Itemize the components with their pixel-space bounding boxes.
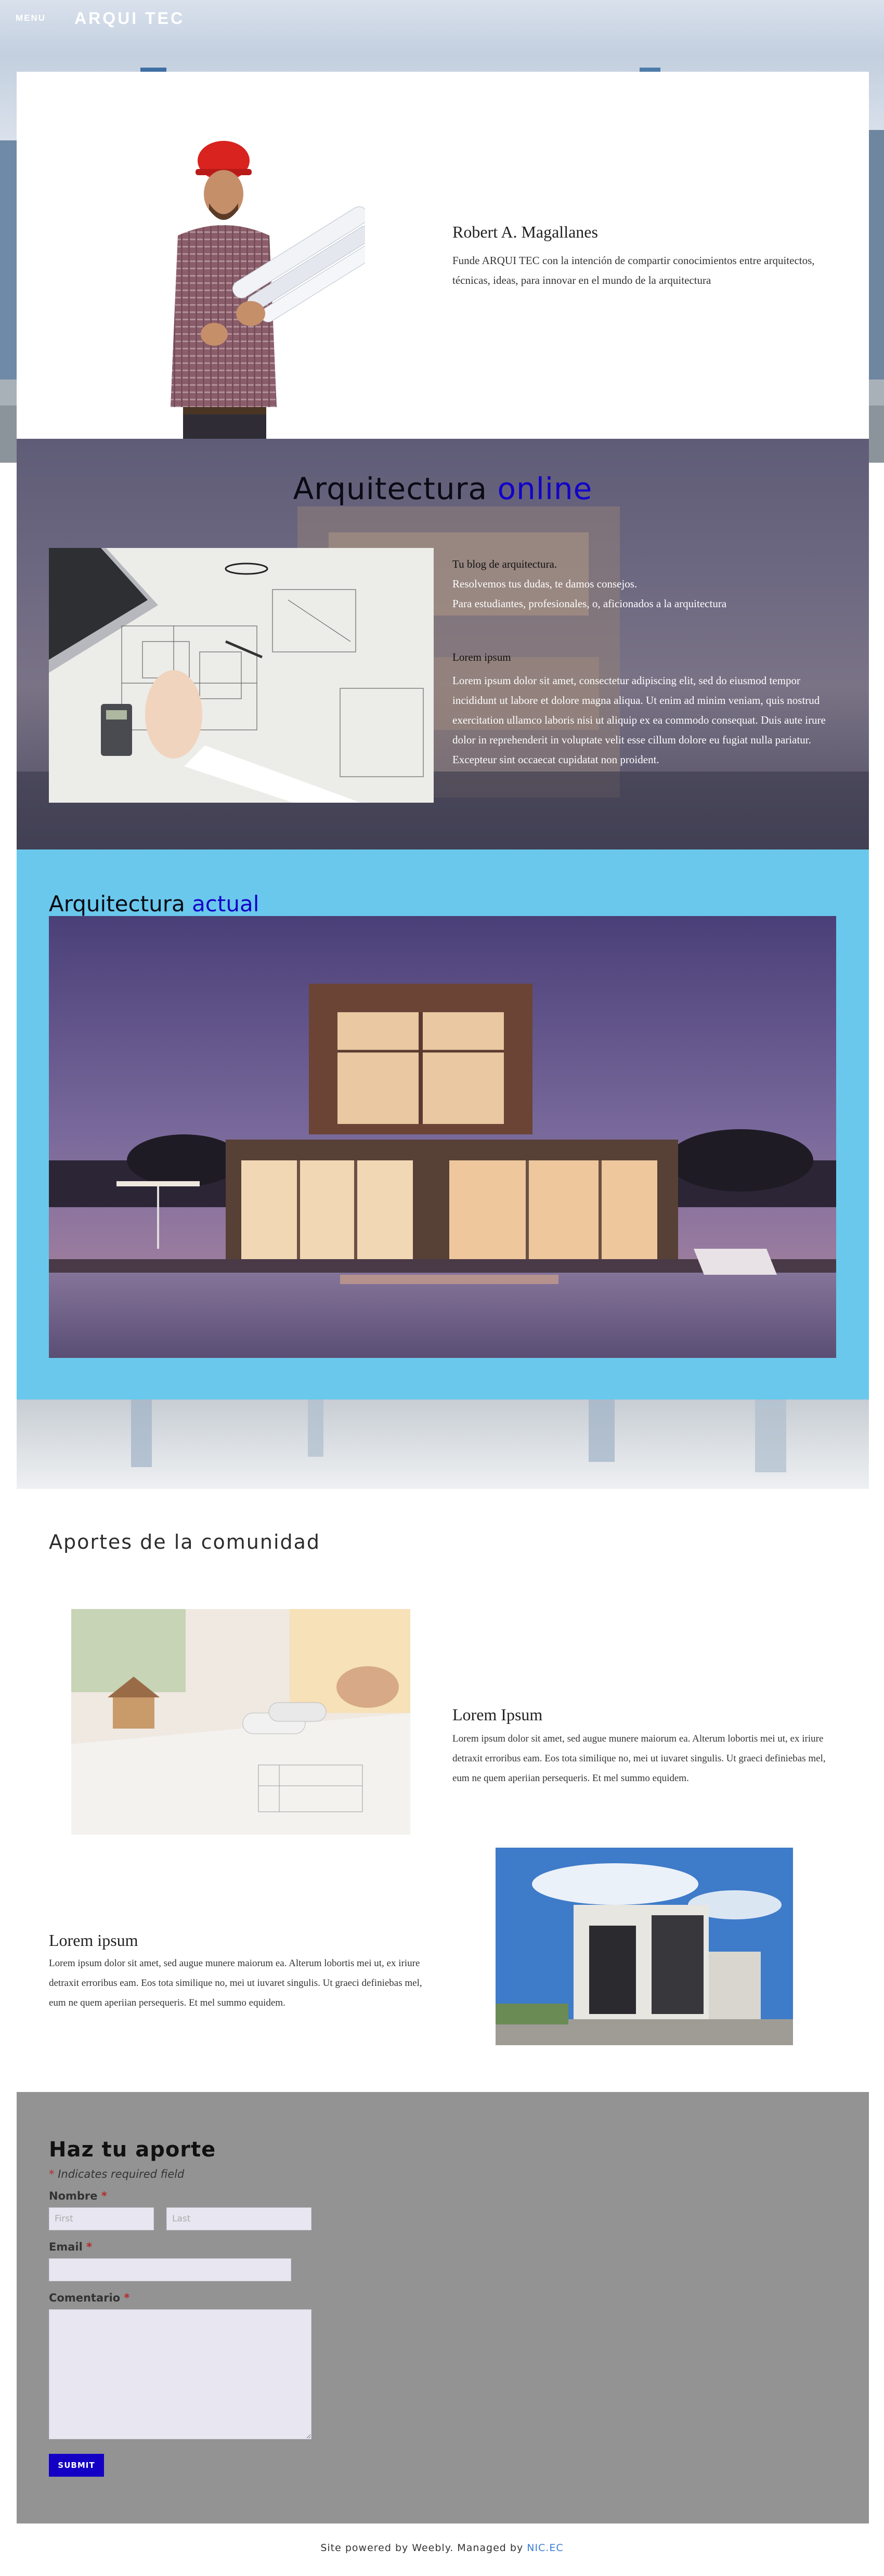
founder-bio: Funde ARQUI TEC con la intención de comp… (452, 254, 815, 286)
community-section-title: Aportes de la comunidad (49, 1531, 321, 1553)
aporte-1-text: Lorem ipsum dolor sit amet, sed augue mu… (452, 1733, 826, 1784)
architect-desk-image (71, 1609, 410, 1835)
modern-house-image (49, 916, 836, 1358)
email-label: Email * (49, 2241, 93, 2253)
top-navigation-bar: MENU ARQUI TEC (0, 0, 884, 36)
email-input[interactable] (49, 2258, 291, 2281)
arquitectura-online-section: Arquitectura online Tu blog de arquitect… (17, 439, 869, 849)
founder-name: Robert A. Magallanes (452, 223, 598, 241)
first-name-input[interactable] (49, 2207, 154, 2230)
arquitectura-actual-section: Arquitectura actual (17, 849, 869, 1400)
form-title: Haz tu aporte (49, 2138, 216, 2162)
aporte-1-title: Lorem Ipsum (452, 1705, 543, 1724)
site-footer: Site powered by Weebly. Managed by NIC.E… (0, 2542, 884, 2554)
online-lorem-paragraph: Lorem ipsum dolor sit amet, consectetur … (452, 674, 826, 766)
comment-textarea[interactable] (49, 2309, 311, 2439)
comment-label: Comentario * (49, 2292, 130, 2304)
city-reflection-strip (17, 1400, 869, 1489)
submit-button[interactable]: SUBMIT (49, 2454, 104, 2477)
required-field-note: * Indicates required field (49, 2168, 185, 2180)
intro-line-2: Resolvemos tus dudas, te damos consejos. (452, 578, 638, 590)
founder-profile-card: Robert A. Magallanes Funde ARQUI TEC con… (17, 72, 869, 464)
last-name-input[interactable] (166, 2207, 311, 2230)
footer-text: Site powered by Weebly. Managed by (320, 2542, 527, 2554)
menu-button[interactable]: MENU (16, 13, 46, 23)
modern-building-image (496, 1848, 793, 2045)
online-lorem-heading: Lorem ipsum (452, 651, 511, 663)
site-brand-logo[interactable]: ARQUI TEC (74, 9, 185, 28)
blog-intro-text: Tu blog de arquitectura. Resolvemos tus … (452, 554, 848, 613)
aporte-2-text: Lorem ipsum dolor sit amet, sed augue mu… (49, 1958, 422, 2008)
engineer-portrait-image (171, 141, 365, 464)
actual-section-title: Arquitectura actual (49, 891, 259, 917)
name-label: Nombre * (49, 2190, 107, 2202)
intro-line-1: Tu blog de arquitectura. (452, 558, 557, 570)
footer-link[interactable]: NIC.EC (527, 2542, 563, 2554)
contribution-form-section: Haz tu aporte * Indicates required field… (17, 2092, 869, 2523)
aporte-2-title: Lorem ipsum (49, 1931, 138, 1950)
blueprint-drawing-image (49, 548, 434, 803)
intro-line-3: Para estudiantes, profesionales, o, afic… (452, 597, 727, 610)
online-section-title: Arquitectura online (293, 471, 593, 506)
